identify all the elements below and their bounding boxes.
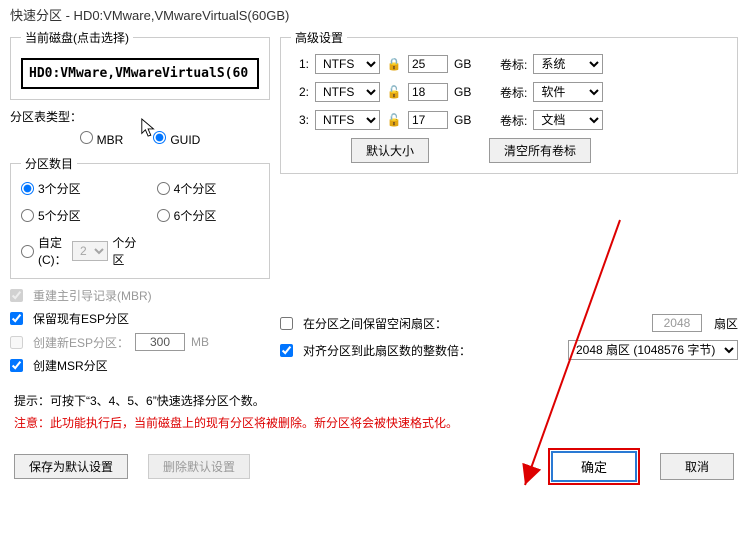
row1-size-input[interactable] bbox=[408, 55, 448, 73]
delete-default-button: 删除默认设置 bbox=[148, 454, 250, 479]
align-sectors-checkbox[interactable] bbox=[280, 344, 293, 357]
custom-unit: 个分区 bbox=[112, 234, 136, 268]
default-size-button[interactable]: 默认大小 bbox=[351, 138, 429, 163]
partition-count-legend: 分区数目 bbox=[21, 155, 77, 172]
align-sectors-select[interactable]: 2048 扇区 (1048576 字节) bbox=[568, 340, 738, 360]
radio-guid[interactable]: GUID bbox=[153, 131, 200, 147]
partition-count-group: 分区数目 3个分区 4个分区 5个分区 6个分区 自定(C)： 2 个分区 bbox=[10, 155, 270, 279]
row2-idx: 2: bbox=[291, 85, 309, 99]
keep-esp-checkbox[interactable] bbox=[10, 312, 23, 325]
current-disk-legend: 当前磁盘(点击选择) bbox=[21, 29, 133, 46]
current-disk-group: 当前磁盘(点击选择) HD0:VMware,VMwareVirtualS(60 bbox=[10, 29, 270, 100]
rebuild-mbr-row: 重建主引导记录(MBR) bbox=[10, 287, 270, 304]
window-title: 快速分区 - HD0:VMware,VMwareVirtualS(60GB) bbox=[0, 0, 748, 29]
row1-unit: GB bbox=[454, 57, 476, 71]
row1-idx: 1: bbox=[291, 57, 309, 71]
row1-vol-select[interactable]: 系统 bbox=[533, 54, 603, 74]
gap-sectors-input bbox=[652, 314, 702, 332]
radio-4-partitions[interactable]: 4个分区 bbox=[157, 180, 259, 197]
row3-vollabel: 卷标: bbox=[500, 112, 527, 129]
align-sectors-row[interactable]: 对齐分区到此扇区数的整数倍： 2048 扇区 (1048576 字节) bbox=[280, 340, 738, 360]
row1-fs-select[interactable]: NTFS bbox=[315, 54, 380, 74]
radio-3-partitions[interactable]: 3个分区 bbox=[21, 180, 137, 197]
partition-table-section: 分区表类型： MBR GUID bbox=[10, 108, 270, 147]
row2-vollabel: 卷标: bbox=[500, 84, 527, 101]
rebuild-mbr-checkbox bbox=[10, 289, 23, 302]
cancel-button[interactable]: 取消 bbox=[660, 453, 734, 480]
row2-vol-select[interactable]: 软件 bbox=[533, 82, 603, 102]
ok-button-highlight: 确定 bbox=[548, 448, 640, 485]
partition-row-3: 3: NTFS 🔓 GB 卷标: 文档 bbox=[291, 110, 727, 130]
unlock-icon[interactable]: 🔓 bbox=[386, 113, 402, 127]
tips-section: 提示：可按下“3、4、5、6”快速选择分区个数。 注意：此功能执行后，当前磁盘上… bbox=[0, 380, 748, 440]
row2-fs-select[interactable]: NTFS bbox=[315, 82, 380, 102]
current-disk-value[interactable]: HD0:VMware,VMwareVirtualS(60 bbox=[21, 58, 259, 89]
clear-labels-button[interactable]: 清空所有卷标 bbox=[489, 138, 591, 163]
create-msr-row[interactable]: 创建MSR分区 bbox=[10, 357, 270, 374]
advanced-group: 高级设置 1: NTFS 🔒 GB 卷标: 系统 2: NTFS 🔓 GB 卷标… bbox=[280, 29, 738, 174]
gap-sectors-checkbox[interactable] bbox=[280, 317, 293, 330]
new-esp-size-input bbox=[135, 333, 185, 351]
row2-unit: GB bbox=[454, 85, 476, 99]
custom-count-select[interactable]: 2 bbox=[72, 241, 108, 261]
gap-sectors-row[interactable]: 在分区之间保留空闲扇区： 扇区 bbox=[280, 314, 738, 332]
partition-table-label: 分区表类型： bbox=[10, 108, 270, 125]
create-msr-checkbox[interactable] bbox=[10, 359, 23, 372]
row3-fs-select[interactable]: NTFS bbox=[315, 110, 380, 130]
radio-mbr[interactable]: MBR bbox=[80, 131, 124, 147]
partition-row-2: 2: NTFS 🔓 GB 卷标: 软件 bbox=[291, 82, 727, 102]
partition-row-1: 1: NTFS 🔒 GB 卷标: 系统 bbox=[291, 54, 727, 74]
radio-custom-partitions[interactable]: 自定(C)： bbox=[21, 234, 68, 268]
row3-unit: GB bbox=[454, 113, 476, 127]
new-esp-row: 创建新ESP分区： MB bbox=[10, 333, 270, 351]
new-esp-checkbox bbox=[10, 336, 23, 349]
row3-idx: 3: bbox=[291, 113, 309, 127]
row3-size-input[interactable] bbox=[408, 111, 448, 129]
lock-icon[interactable]: 🔒 bbox=[386, 57, 402, 71]
warning-text: 注意：此功能执行后，当前磁盘上的现有分区将被删除。新分区将会被快速格式化。 bbox=[14, 412, 734, 434]
unlock-icon[interactable]: 🔓 bbox=[386, 85, 402, 99]
save-default-button[interactable]: 保存为默认设置 bbox=[14, 454, 128, 479]
keep-esp-row[interactable]: 保留现有ESP分区 bbox=[10, 310, 270, 327]
radio-5-partitions[interactable]: 5个分区 bbox=[21, 207, 137, 224]
row2-size-input[interactable] bbox=[408, 83, 448, 101]
advanced-legend: 高级设置 bbox=[291, 29, 347, 46]
ok-button[interactable]: 确定 bbox=[551, 451, 637, 482]
row3-vol-select[interactable]: 文档 bbox=[533, 110, 603, 130]
radio-6-partitions[interactable]: 6个分区 bbox=[157, 207, 259, 224]
row1-vollabel: 卷标: bbox=[500, 56, 527, 73]
